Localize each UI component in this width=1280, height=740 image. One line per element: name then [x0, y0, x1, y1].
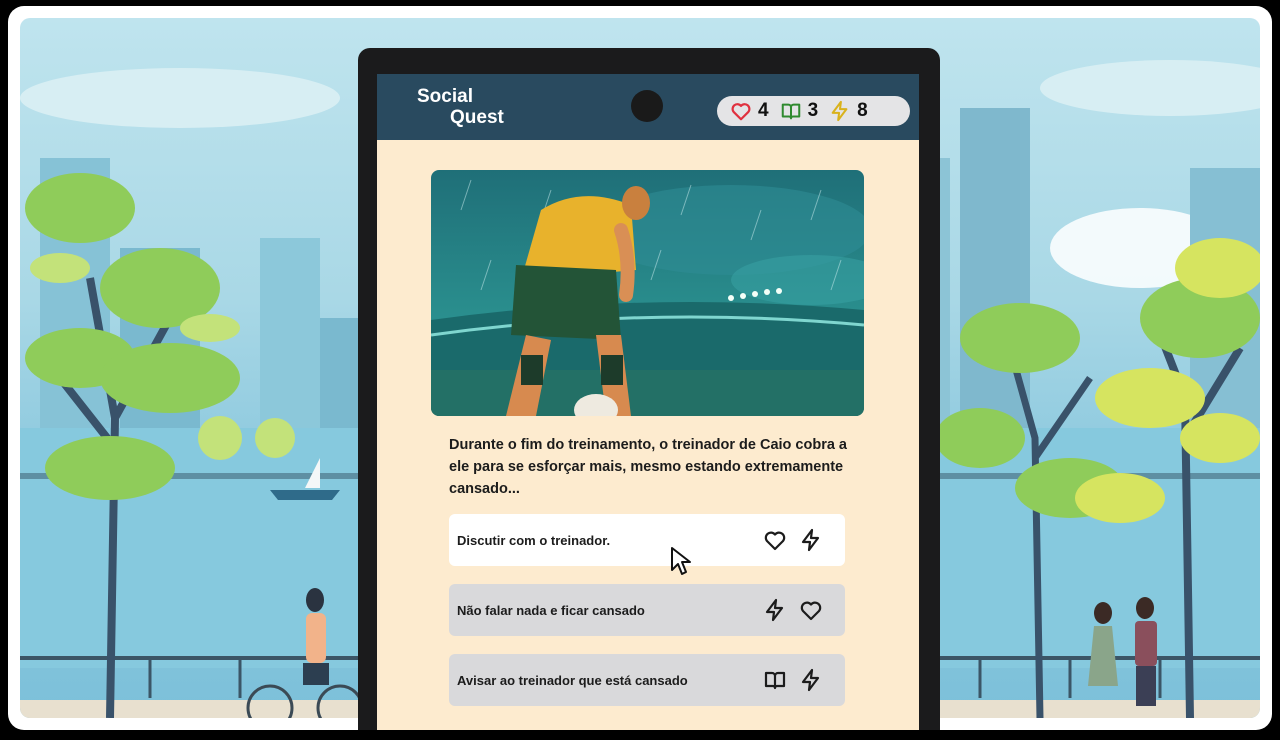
top-bar: Social Quest 4 3 8 [377, 74, 919, 140]
book-icon [781, 103, 800, 120]
choice-argue-button[interactable]: Discutir com o treinador. [449, 514, 845, 566]
book-count: 3 [807, 100, 819, 121]
choice-icons [763, 528, 823, 552]
stats-bar: 4 3 8 [717, 96, 910, 126]
choice-label: Não falar nada e ficar cansado [457, 602, 645, 618]
stat-lightning: 8 [829, 100, 868, 122]
heart-count: 4 [758, 100, 769, 121]
game-screen: Social Quest 4 3 8 Durante o fim do trei… [377, 74, 919, 730]
heart-icon [764, 531, 786, 551]
stat-book: 3 [780, 100, 819, 122]
video-frame: Social Quest 4 3 8 Durante o fim do trei… [8, 6, 1272, 730]
logo-line-1: Social [417, 86, 473, 107]
app-logo: Social Quest [417, 86, 504, 128]
choice-icons [763, 668, 823, 692]
tablet-device: Social Quest 4 3 8 Durante o fim do trei… [358, 48, 940, 730]
story-text: Durante o fim do treinamento, o treinado… [449, 437, 847, 497]
heart-icon [800, 601, 822, 621]
lightning-count: 8 [857, 100, 868, 121]
lightning-icon [801, 668, 820, 692]
choice-warn-coach-button[interactable]: Avisar ao treinador que está cansado [449, 654, 845, 706]
stat-heart: 4 [730, 100, 769, 122]
lightning-icon [831, 100, 848, 122]
choice-label: Discutir com o treinador. [457, 532, 611, 548]
lightning-icon [801, 528, 820, 552]
choice-label: Avisar ao treinador que está cansado [457, 672, 688, 688]
logo-line-2: Quest [450, 107, 504, 128]
lightning-icon [765, 598, 784, 622]
camera-dot [631, 90, 663, 122]
heart-icon [731, 103, 751, 121]
scene-illustration [431, 170, 864, 416]
mouse-cursor-icon [671, 547, 691, 575]
choice-stay-silent-button[interactable]: Não falar nada e ficar cansado [449, 584, 845, 636]
book-icon [764, 671, 786, 690]
choice-icons [763, 598, 823, 622]
